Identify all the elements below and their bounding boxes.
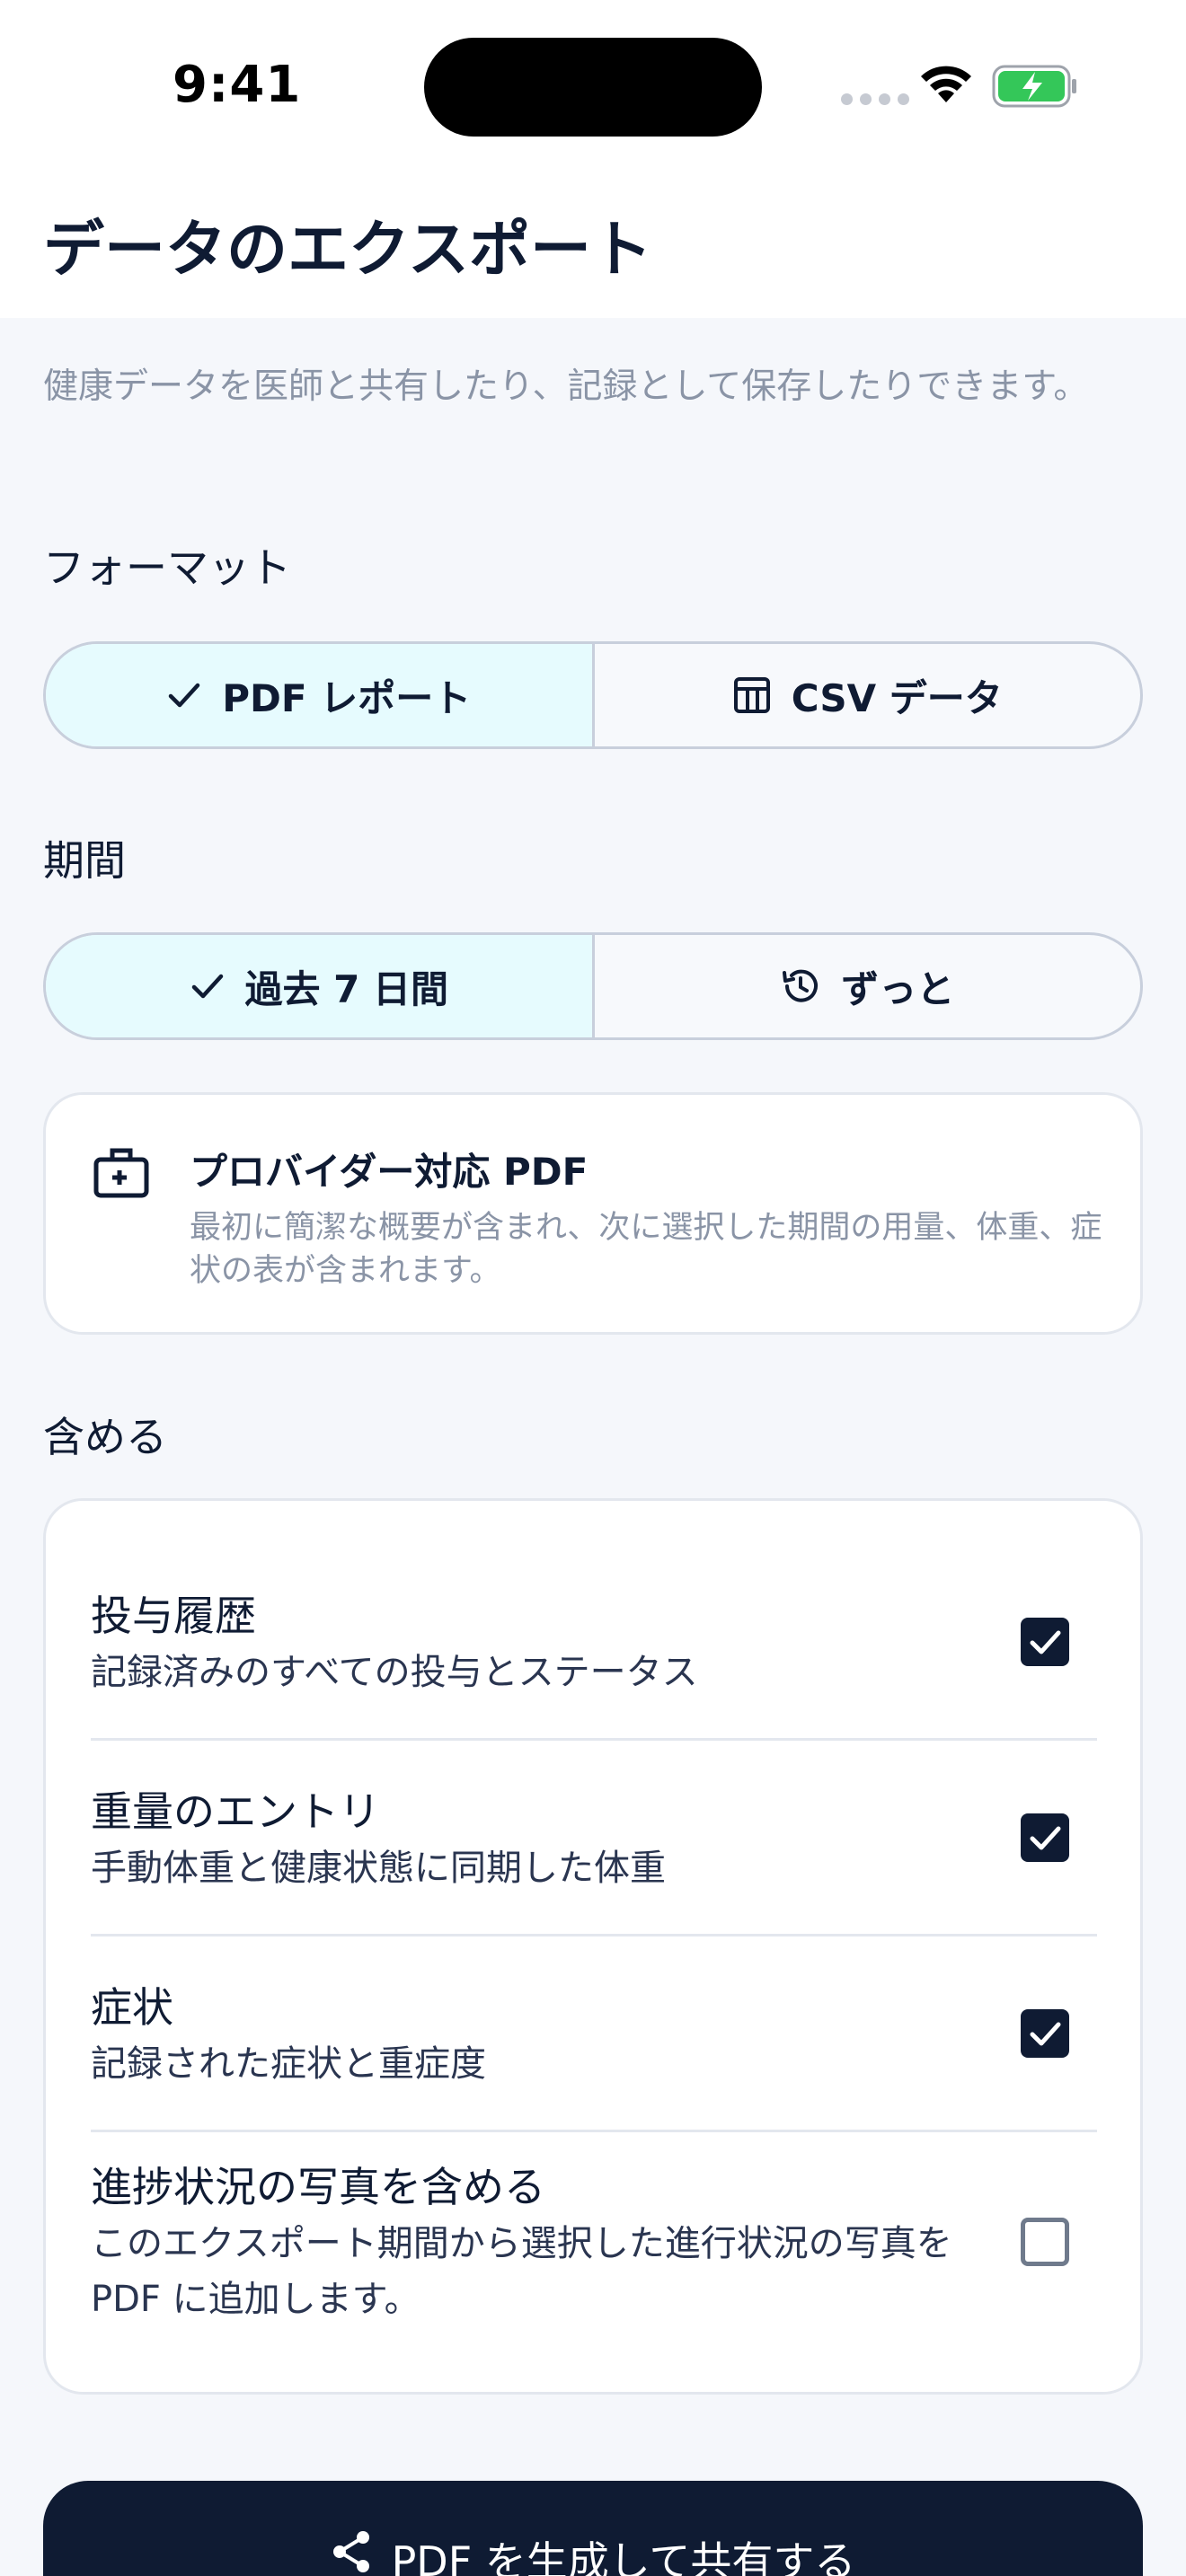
provider-pdf-info-card: プロバイダー対応 PDF 最初に簡潔な概要が含まれ、次に選択した期間の用量、体重… (43, 1092, 1143, 1335)
period-option-all-time-label: ずっと (841, 966, 955, 1011)
table-icon (733, 677, 770, 713)
include-item-symptoms[interactable]: 症状 記録された症状と重症度 (91, 1979, 1097, 2092)
checkmark-icon (191, 974, 223, 999)
include-item-subtitle: 記録された症状と重症度 (91, 2043, 486, 2085)
dose-history-checkbox[interactable] (1021, 1618, 1069, 1666)
info-card-body: 最初に簡潔な概要が含まれ、次に選択した期間の用量、体重、症状の表が含まれます。 (190, 1210, 1102, 1289)
format-label: フォーマット (43, 543, 291, 592)
divider (91, 1738, 1097, 1741)
include-item-title: 症状 (91, 1983, 173, 2032)
wifi-icon (921, 66, 971, 102)
share-icon (332, 2531, 369, 2572)
checkmark-icon (1030, 2022, 1061, 2046)
checkmark-icon (1030, 1826, 1061, 1850)
include-item-title: 進捗状況の写真を含める (91, 2163, 545, 2211)
format-segmented-control: PDF レポート CSV データ (43, 641, 1143, 749)
period-label: 期間 (43, 836, 126, 885)
divider (91, 1934, 1097, 1936)
include-item-weight-entries[interactable]: 重量のエントリ 手動体重と健康状態に同期した体重 (91, 1783, 1097, 1896)
dynamic-island (424, 38, 762, 137)
include-item-subtitle: このエクスポート期間から選択した進行状況の写真を PDF に追加します。 (91, 2223, 952, 2320)
format-option-pdf[interactable]: PDF レポート (46, 644, 592, 746)
battery-charging-icon (992, 65, 1076, 108)
include-label: 含める (43, 1413, 167, 1461)
description-text: 健康データを医師と共有したり、記録として保存したりできます。 (43, 366, 1089, 407)
format-option-csv-label: CSV データ (791, 675, 1003, 720)
medical-briefcase-icon (93, 1148, 149, 1198)
progress-photos-checkbox[interactable] (1021, 2218, 1069, 2266)
format-option-csv[interactable]: CSV データ (591, 644, 1141, 746)
checkmark-icon (169, 683, 200, 708)
generate-share-pdf-button[interactable]: PDF を生成して共有する (43, 2481, 1143, 2576)
period-option-7days[interactable]: 過去 7 日間 (46, 935, 592, 1037)
history-icon (783, 969, 819, 1002)
divider (91, 2130, 1097, 2132)
cellular-signal-icon (841, 93, 909, 105)
include-item-subtitle: 記録済みのすべての投与とステータス (91, 1652, 698, 1693)
status-bar: 9:41 (0, 0, 1186, 171)
symptoms-checkbox[interactable] (1021, 2009, 1069, 2058)
include-item-title: 投与履歴 (91, 1592, 256, 1640)
include-item-title: 重量のエントリ (91, 1787, 380, 1836)
generate-share-pdf-label: PDF を生成して共有する (391, 2537, 856, 2576)
include-item-dose-history[interactable]: 投与履歴 記録済みのすべての投与とステータス (91, 1587, 1097, 1700)
period-option-7days-label: 過去 7 日間 (244, 966, 448, 1011)
checkmark-icon (1030, 1630, 1061, 1654)
include-item-progress-photos[interactable]: 進捗状況の写真を含める このエクスポート期間から選択した進行状況の写真を PDF… (91, 2158, 971, 2327)
status-time: 9:41 (173, 56, 302, 114)
period-option-all-time[interactable]: ずっと (591, 935, 1141, 1037)
include-item-subtitle: 手動体重と健康状態に同期した体重 (91, 1848, 666, 1889)
format-option-pdf-label: PDF レポート (222, 675, 472, 720)
include-options-card: 投与履歴 記録済みのすべての投与とステータス 重量のエントリ 手動体重と健康状態… (43, 1498, 1143, 2395)
info-card-title: プロバイダー対応 PDF (190, 1150, 589, 1194)
period-segmented-control: 過去 7 日間 ずっと (43, 932, 1143, 1040)
page-title: データのエクスポート (43, 215, 652, 286)
weight-entries-checkbox[interactable] (1021, 1813, 1069, 1862)
